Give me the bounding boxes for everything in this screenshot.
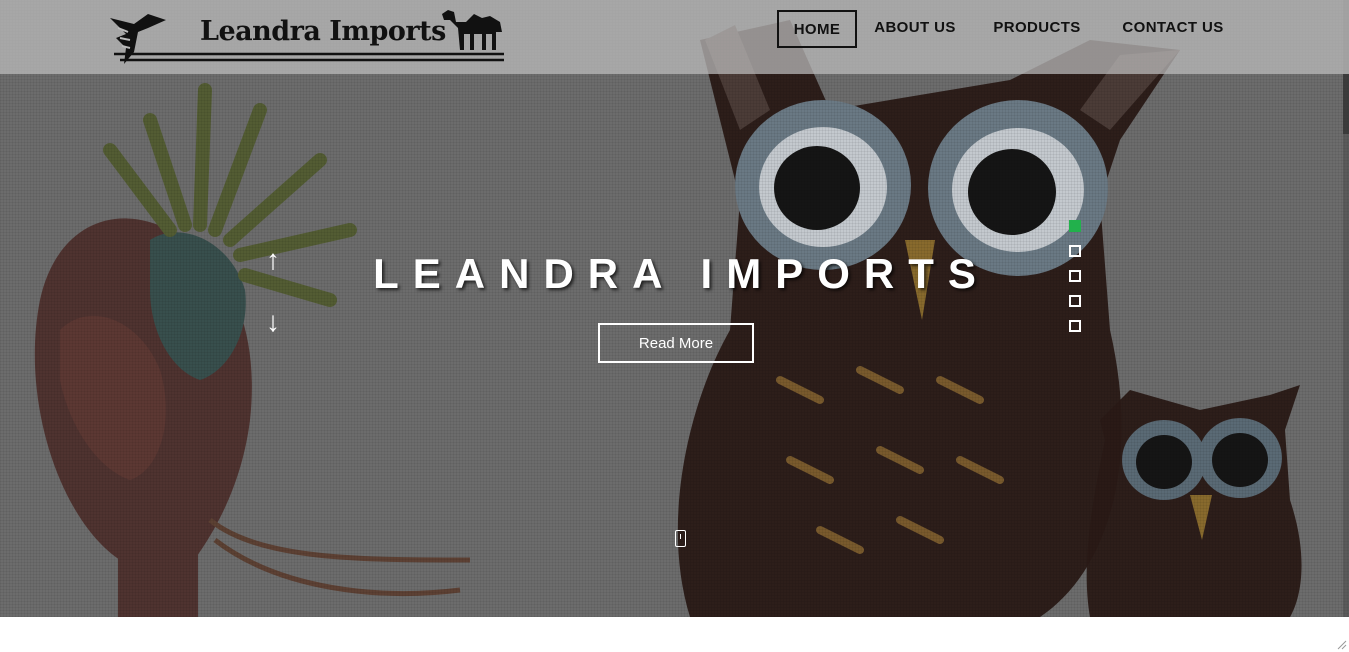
slide-dot[interactable]	[1069, 320, 1081, 332]
slide-dot[interactable]	[1069, 295, 1081, 307]
nav-item-home[interactable]: HOME	[777, 10, 857, 48]
arrow-down-icon[interactable]: ↓	[266, 308, 280, 336]
scroll-mouse-icon[interactable]	[675, 530, 686, 547]
camel-logo-icon	[442, 10, 502, 50]
slide-dot[interactable]	[1069, 270, 1081, 282]
scrollbar-track[interactable]	[1343, 0, 1349, 617]
header-bar: Leandra Imports HOME ABOUT US PRODUCTS C…	[0, 0, 1349, 74]
nav-item-products[interactable]: PRODUCTS	[989, 10, 1085, 48]
hero-title: LEANDRA IMPORTS	[373, 250, 990, 297]
hero-slider: LEANDRA IMPORTS Read More ↑ ↓	[0, 0, 1349, 617]
brand-logo[interactable]: Leandra Imports	[104, 6, 508, 68]
brand-name: Leandra Imports	[200, 16, 446, 47]
read-more-button[interactable]: Read More	[598, 323, 754, 363]
slide-dot[interactable]	[1069, 245, 1081, 257]
resize-grip-icon[interactable]	[1337, 640, 1347, 650]
nav-item-about-us[interactable]: ABOUT US	[869, 10, 961, 48]
page-body	[0, 617, 1349, 652]
nav-item-contact-us[interactable]: CONTACT US	[1117, 10, 1229, 48]
hero-overlay-texture	[0, 0, 1349, 617]
slide-dot[interactable]	[1069, 220, 1081, 232]
scrollbar-thumb[interactable]	[1343, 74, 1349, 134]
logo-underline	[114, 52, 504, 62]
arrow-up-icon[interactable]: ↑	[266, 246, 280, 274]
